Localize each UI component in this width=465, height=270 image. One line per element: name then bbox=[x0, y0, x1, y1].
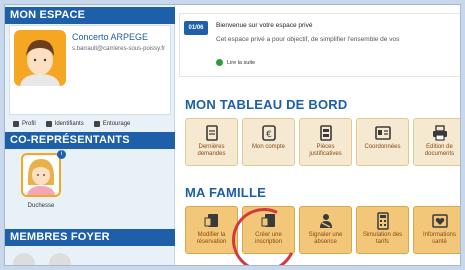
user-name: Concerto ARPEGE bbox=[72, 32, 149, 42]
tile-label: Mon compte bbox=[251, 144, 285, 150]
identifiants-label: Identifiants bbox=[54, 121, 84, 127]
user-email: s.barrault@carrieres-sous-poissy.fr bbox=[72, 46, 166, 52]
entourage-link[interactable]: Entourage bbox=[93, 121, 131, 127]
main-content: 01/06 Bienvenue sur votre espace privé C… bbox=[179, 5, 460, 265]
co-representant-name: Duchesse bbox=[27, 203, 55, 209]
news-date-badge: 01/06 bbox=[184, 21, 208, 35]
tile-modifier-reservation[interactable]: Modifier la réservation bbox=[185, 206, 238, 254]
famille-title: MA FAMILLE bbox=[185, 185, 266, 200]
news-title: Bienvenue sur votre espace privé bbox=[216, 22, 313, 29]
tile-informations-sante[interactable]: Informations santé bbox=[413, 206, 460, 254]
edit-form-icon bbox=[204, 214, 218, 227]
co-representant-avatar bbox=[21, 153, 61, 197]
co-representants-header: CO-REPRÉSENTANTS bbox=[5, 132, 175, 149]
health-icon bbox=[432, 214, 448, 228]
tile-label: Edition de documents bbox=[424, 144, 455, 157]
mon-espace-header: MON ESPACE bbox=[5, 7, 175, 24]
news-card: 01/06 Bienvenue sur votre espace privé C… bbox=[179, 13, 460, 77]
calculator-icon bbox=[377, 212, 389, 230]
absence-icon bbox=[320, 214, 332, 228]
lock-icon bbox=[45, 121, 52, 127]
tile-dernieres-demandes[interactable]: Dernières demandes bbox=[185, 118, 238, 166]
tile-signaler-absence[interactable]: Signaler une absence bbox=[299, 206, 352, 254]
tile-label: Signaler une absence bbox=[308, 232, 343, 245]
profil-label: Profil bbox=[22, 121, 36, 127]
user-avatar[interactable] bbox=[14, 30, 66, 86]
membres-avatars bbox=[13, 253, 71, 265]
tile-label: Modifier la réservation bbox=[196, 232, 227, 245]
app-frame: MON ESPACE Concerto ARPEGE s.barrault@ca… bbox=[4, 4, 461, 266]
co-representant-card[interactable]: i Duchesse bbox=[9, 150, 171, 221]
dashboard-title: MON TABLEAU DE BORD bbox=[185, 97, 348, 112]
info-icon[interactable]: i bbox=[57, 150, 66, 159]
tile-simulation-tarifs[interactable]: Simulation des tarifs bbox=[356, 206, 409, 254]
profile-links: Profil Identifiants Entourage bbox=[9, 117, 171, 131]
profil-link[interactable]: Profil bbox=[13, 121, 36, 127]
news-text: Cet espace privé a pour objectif, de sim… bbox=[216, 36, 400, 43]
arrow-circle-icon bbox=[216, 59, 223, 66]
sidebar: MON ESPACE Concerto ARPEGE s.barrault@ca… bbox=[5, 5, 175, 265]
list-icon bbox=[93, 121, 100, 127]
printer-icon bbox=[433, 125, 447, 141]
identifiants-link[interactable]: Identifiants bbox=[45, 121, 84, 127]
euro-icon: € bbox=[262, 125, 276, 141]
tile-label: Informations santé bbox=[422, 232, 456, 245]
tile-edition-documents[interactable]: Edition de documents bbox=[413, 118, 460, 166]
tile-label: Coordonnées bbox=[364, 144, 401, 150]
membre-avatar[interactable] bbox=[49, 253, 71, 265]
entourage-label: Entourage bbox=[102, 121, 131, 127]
tile-label: Simulation des tarifs bbox=[362, 232, 403, 245]
tile-label: Dernières demandes bbox=[197, 144, 226, 157]
person-icon bbox=[13, 121, 19, 127]
famille-tiles: Modifier la réservation Créer une inscri… bbox=[185, 206, 460, 254]
tile-coordonnees[interactable]: Coordonnées bbox=[356, 118, 409, 166]
dashboard-tiles: Dernières demandes € Mon compte Pièces j… bbox=[185, 118, 460, 166]
read-more-link[interactable]: Lire la suite bbox=[216, 59, 255, 66]
avatar-man-icon bbox=[20, 40, 60, 86]
membre-avatar[interactable] bbox=[13, 253, 35, 265]
svg-text:€: € bbox=[266, 130, 272, 140]
read-more-label: Lire la suite bbox=[227, 59, 256, 66]
avatar-woman-icon bbox=[27, 159, 55, 195]
membres-foyer-header: MEMBRES FOYER bbox=[5, 229, 175, 246]
tile-label: Pièces justificatives bbox=[309, 144, 342, 157]
file-stack-icon bbox=[320, 125, 332, 141]
contact-card-icon bbox=[375, 126, 391, 140]
tile-mon-compte[interactable]: € Mon compte bbox=[242, 118, 295, 166]
profile-card: Concerto ARPEGE s.barrault@carrieres-sou… bbox=[9, 25, 171, 115]
tile-pieces-justificatives[interactable]: Pièces justificatives bbox=[299, 118, 352, 166]
document-icon bbox=[206, 125, 218, 141]
